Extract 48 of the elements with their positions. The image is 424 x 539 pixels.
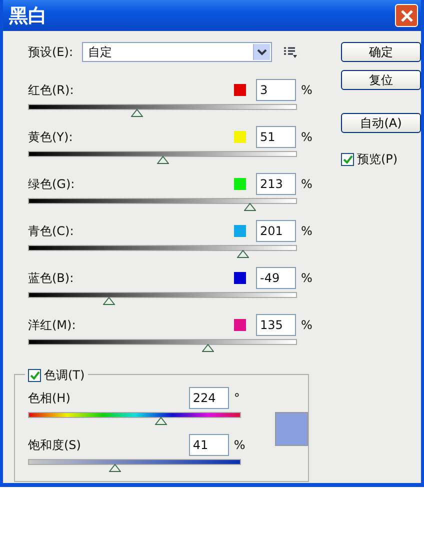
unit-label: ° <box>232 391 241 405</box>
channel-label: 红色(R): <box>28 82 75 98</box>
value-field[interactable]: 3 <box>256 79 296 101</box>
check-icon <box>342 155 352 164</box>
caret-icon <box>257 48 267 56</box>
preview-label: 预览(P) <box>357 151 398 168</box>
channel-label: 洋红(M): <box>28 316 77 334</box>
close-button[interactable] <box>395 4 418 27</box>
slider[interactable] <box>28 104 297 118</box>
unit-label: % <box>300 318 314 332</box>
dialog-button[interactable]: 复位 <box>341 70 421 90</box>
slider[interactable] <box>28 198 297 212</box>
unit-label: % <box>232 438 246 452</box>
channel-label: 蓝色(B): <box>28 270 75 286</box>
preset-dropdown[interactable]: 自定 <box>82 42 272 62</box>
list-menu-icon[interactable] <box>284 46 297 58</box>
value-field[interactable]: 135 <box>256 314 296 336</box>
unit-label: % <box>300 271 314 285</box>
value-field[interactable]: -49 <box>256 267 296 289</box>
slider[interactable] <box>28 292 297 306</box>
unit-label: % <box>300 177 314 191</box>
tint-checkbox[interactable] <box>28 369 41 382</box>
slider[interactable] <box>28 459 241 473</box>
window-title: 黑白 <box>9 4 47 28</box>
value-field[interactable]: 51 <box>256 126 296 148</box>
preset-label: 预设(E): <box>28 44 74 60</box>
unit-label: % <box>300 83 314 97</box>
channel-label: 青色(C): <box>28 222 75 240</box>
slider[interactable] <box>28 245 297 259</box>
value-field[interactable]: 224 <box>188 387 229 409</box>
tint-label: 色调(T) <box>44 367 85 384</box>
check-icon <box>30 371 40 380</box>
dialog-button[interactable]: 自动(A) <box>341 113 421 133</box>
preview-checkbox[interactable] <box>341 153 354 166</box>
value-field[interactable]: 41 <box>188 434 229 456</box>
value-field[interactable]: 201 <box>256 220 296 242</box>
slider[interactable] <box>28 412 241 426</box>
unit-label: % <box>300 224 314 238</box>
slider[interactable] <box>28 151 297 165</box>
slider[interactable] <box>28 339 297 353</box>
channel-label: 黄色(Y): <box>28 128 74 146</box>
slider-label: 色相(H) <box>28 390 72 406</box>
slider-label: 饱和度(S) <box>28 436 82 454</box>
unit-label: % <box>300 130 314 144</box>
dialog-button[interactable]: 确定 <box>341 42 421 62</box>
close-icon <box>400 8 414 22</box>
channel-label: 绿色(G): <box>28 176 76 192</box>
value-field[interactable]: 213 <box>256 173 296 195</box>
